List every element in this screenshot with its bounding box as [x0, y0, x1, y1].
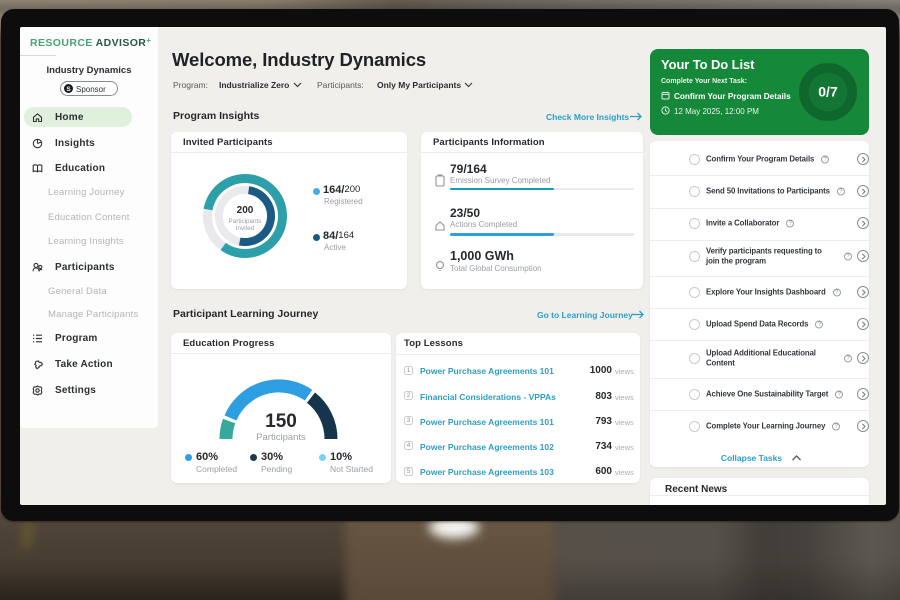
svg-text:Invited: Invited	[235, 225, 254, 232]
svg-text:Participants: Participants	[228, 218, 261, 225]
svg-text:200: 200	[236, 205, 253, 216]
svg-text:0/7: 0/7	[818, 84, 838, 100]
